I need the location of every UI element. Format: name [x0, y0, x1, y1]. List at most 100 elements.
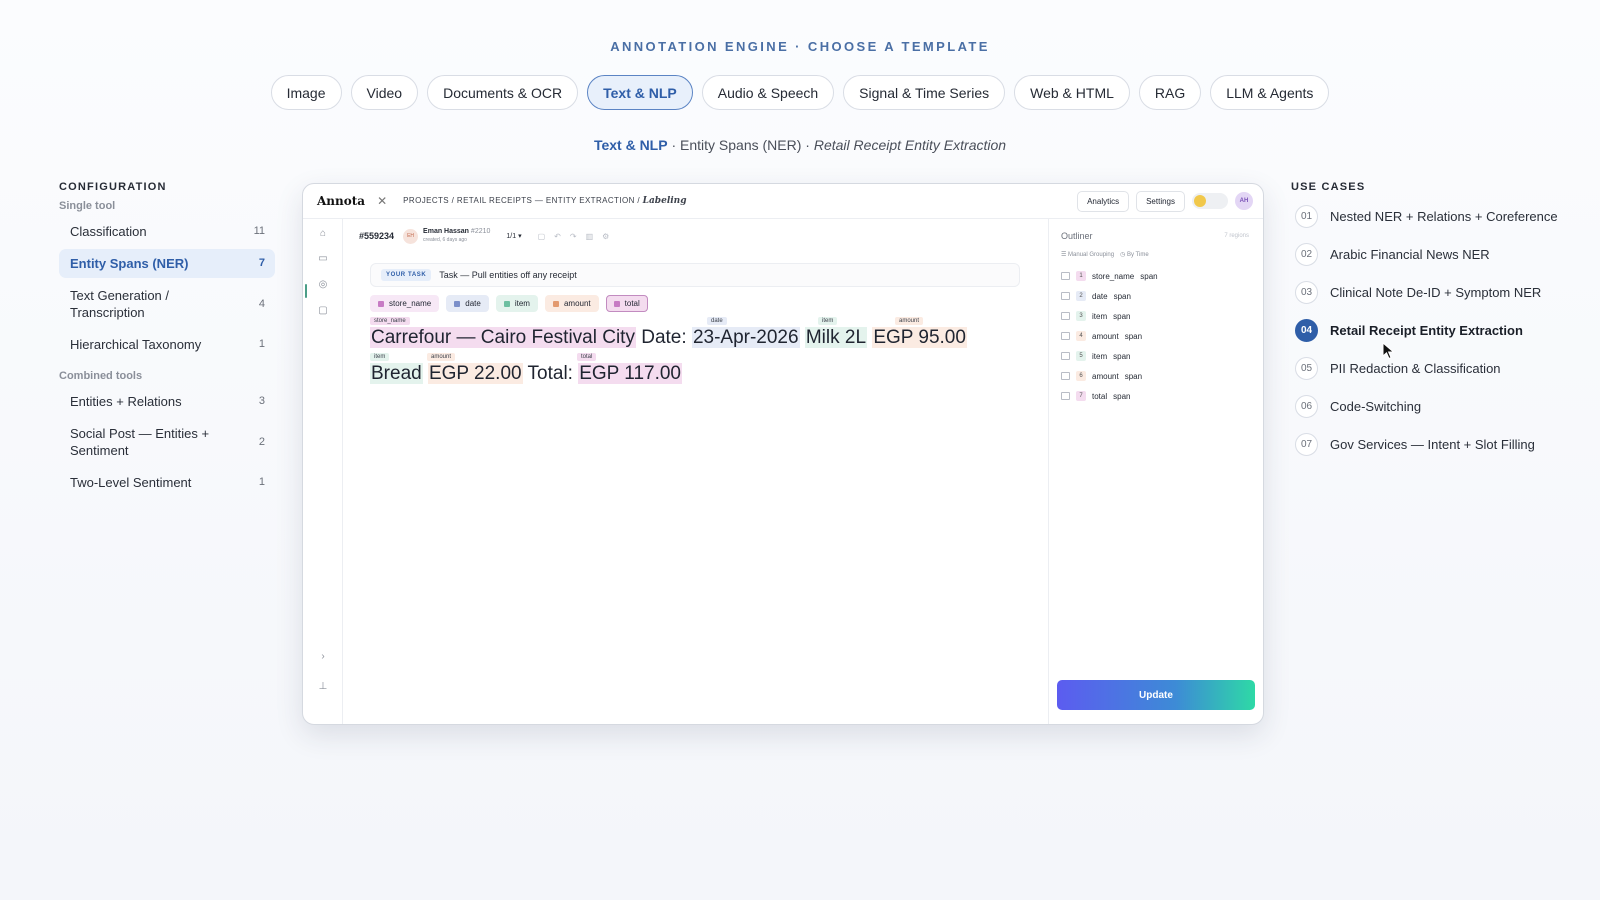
region-row[interactable]: 3 item span [1061, 306, 1158, 326]
tab-web-html[interactable]: Web & HTML [1014, 75, 1130, 110]
crumb-category: Text & NLP [593, 137, 668, 153]
tab-manual-grouping[interactable]: ☰ Manual Grouping [1061, 251, 1114, 258]
use-case-number: 06 [1295, 395, 1318, 418]
tab-label: Manual Grouping [1068, 252, 1115, 258]
config-item-count: 1 [258, 476, 265, 488]
home-icon[interactable]: ⌂ [316, 227, 330, 241]
config-item-entity-spans[interactable]: Entity Spans (NER) 7 [59, 249, 275, 278]
annotation-pager[interactable]: 1/1 ▾ [506, 232, 521, 240]
region-number: 5 [1076, 351, 1086, 361]
region-label: item [1092, 351, 1108, 361]
folder-icon[interactable]: ▭ [316, 252, 330, 266]
use-case-01[interactable]: 01 Nested NER + Relations + Coreference [1291, 205, 1581, 228]
use-case-label: Arabic Financial News NER [1330, 247, 1490, 262]
tab-documents-ocr[interactable]: Documents & OCR [427, 75, 579, 110]
settings-button[interactable]: Settings [1136, 190, 1185, 212]
region-number: 4 [1076, 331, 1086, 341]
region-row[interactable]: 7 total span [1061, 386, 1158, 406]
config-item-label: Text Generation / Transcription [70, 288, 169, 320]
trash-icon[interactable]: ▥ [586, 232, 594, 241]
close-icon[interactable]: ✕ [377, 194, 387, 208]
comment-icon[interactable]: ▢ [316, 304, 330, 318]
use-case-07[interactable]: 07 Gov Services — Intent + Slot Filling [1291, 433, 1581, 456]
label-chip-text: item [514, 299, 530, 308]
entity-tag-amount: amount [427, 353, 456, 361]
config-item-entities-relations[interactable]: Entities + Relations 3 [59, 387, 275, 416]
use-case-03[interactable]: 03 Clinical Note De-ID + Symptom NER [1291, 281, 1581, 304]
copy-icon[interactable]: ▢ [538, 232, 546, 241]
tab-by-time[interactable]: ◷ By Time [1120, 251, 1149, 258]
span-amount[interactable]: EGP 22.00 [427, 363, 523, 384]
tab-signal-time-series[interactable]: Signal & Time Series [843, 75, 1006, 110]
label-chip-amount[interactable]: amount [544, 295, 599, 312]
gear-icon[interactable]: ⚙ [602, 232, 609, 241]
labeling-app-preview: Annota ✕ PROJECTS / RETAIL RECEIPTS — EN… [302, 183, 1264, 725]
region-row[interactable]: 1 store_name span [1061, 266, 1158, 286]
tab-image[interactable]: Image [270, 75, 342, 110]
config-item-count: 11 [253, 225, 265, 237]
label-chip-store-name[interactable]: store_name [370, 295, 440, 312]
span-store-name[interactable]: Carrefour — Cairo Festival City [370, 327, 636, 348]
span-total[interactable]: EGP 117.00 [578, 363, 682, 384]
outliner-title: Outliner [1061, 231, 1093, 241]
span-date[interactable]: 23-Apr-2026 [691, 327, 800, 348]
undo-icon[interactable]: ↶ [554, 232, 561, 241]
user-icon[interactable]: ◎ [316, 278, 330, 292]
region-row[interactable]: 4 amount span [1061, 326, 1158, 346]
tab-video[interactable]: Video [350, 75, 419, 110]
use-case-number: 01 [1295, 205, 1318, 228]
use-case-04[interactable]: 04 Retail Receipt Entity Extraction [1291, 319, 1581, 342]
page-heading: ANNOTATION ENGINE · CHOOSE A TEMPLATE [610, 39, 990, 54]
tab-text-nlp[interactable]: Text & NLP [587, 75, 693, 110]
config-item-social-post[interactable]: Social Post — Entities + Sentiment 2 [59, 419, 275, 465]
region-icon [1061, 292, 1070, 300]
label-chip-date[interactable]: date [446, 295, 489, 312]
use-case-number: 02 [1295, 243, 1318, 266]
region-number: 3 [1076, 311, 1086, 321]
config-item-text-generation[interactable]: Text Generation / Transcription 4 [59, 281, 275, 327]
pin-icon[interactable]: ⊥ [316, 680, 330, 694]
span-amount[interactable]: EGP 95.00 [872, 327, 967, 348]
avatar[interactable]: AH [1235, 192, 1253, 210]
single-tool-title: Single tool [59, 200, 116, 212]
use-case-06[interactable]: 06 Code-Switching [1291, 395, 1581, 418]
use-cases-title: USE CASES [1291, 181, 1366, 193]
tab-audio-speech[interactable]: Audio & Speech [701, 75, 835, 110]
span-item[interactable]: Milk 2L [804, 327, 868, 348]
tab-llm-agents[interactable]: LLM & Agents [1210, 75, 1330, 110]
tab-rag[interactable]: RAG [1138, 75, 1202, 110]
analytics-button[interactable]: Analytics [1077, 190, 1130, 212]
annotator-avatar: EH [403, 228, 419, 244]
region-row[interactable]: 6 amount span [1061, 366, 1158, 386]
use-case-label: Clinical Note De-ID + Symptom NER [1330, 285, 1542, 300]
config-item-two-level-sentiment[interactable]: Two-Level Sentiment 1 [59, 468, 275, 497]
region-icon [1061, 332, 1070, 340]
annotator-id: #2210 [470, 228, 491, 235]
crumb-separator: · [667, 137, 681, 153]
config-item-count: 4 [258, 297, 265, 310]
region-icon [1061, 372, 1070, 380]
label-chip-total[interactable]: total [605, 295, 648, 312]
chevron-right-icon[interactable]: › [316, 650, 330, 664]
span-item[interactable]: Bread [370, 363, 423, 384]
annotation-created: created, 6 days ago [423, 237, 467, 243]
update-button[interactable]: Update [1057, 680, 1255, 710]
region-number: 7 [1076, 391, 1086, 401]
label-palette: store_name date item amount total [370, 295, 648, 312]
region-icon [1061, 352, 1070, 360]
label-color-swatch [378, 300, 384, 307]
label-chip-item[interactable]: item [495, 295, 538, 312]
redo-icon[interactable]: ↷ [570, 232, 577, 241]
use-case-02[interactable]: 02 Arabic Financial News NER [1291, 243, 1581, 266]
region-kind: span [1140, 271, 1158, 281]
region-label: total [1092, 391, 1108, 401]
use-case-label: Nested NER + Relations + Coreference [1330, 209, 1558, 224]
region-row[interactable]: 5 item span [1061, 346, 1158, 366]
config-item-classification[interactable]: Classification 11 [59, 217, 275, 246]
use-case-05[interactable]: 05 PII Redaction & Classification [1291, 357, 1581, 380]
theme-toggle[interactable] [1192, 193, 1228, 209]
label-chip-text: amount [563, 299, 591, 308]
config-item-hierarchical-taxonomy[interactable]: Hierarchical Taxonomy 1 [59, 330, 275, 359]
use-case-label: PII Redaction & Classification [1330, 361, 1501, 376]
region-row[interactable]: 2 date span [1061, 286, 1158, 306]
